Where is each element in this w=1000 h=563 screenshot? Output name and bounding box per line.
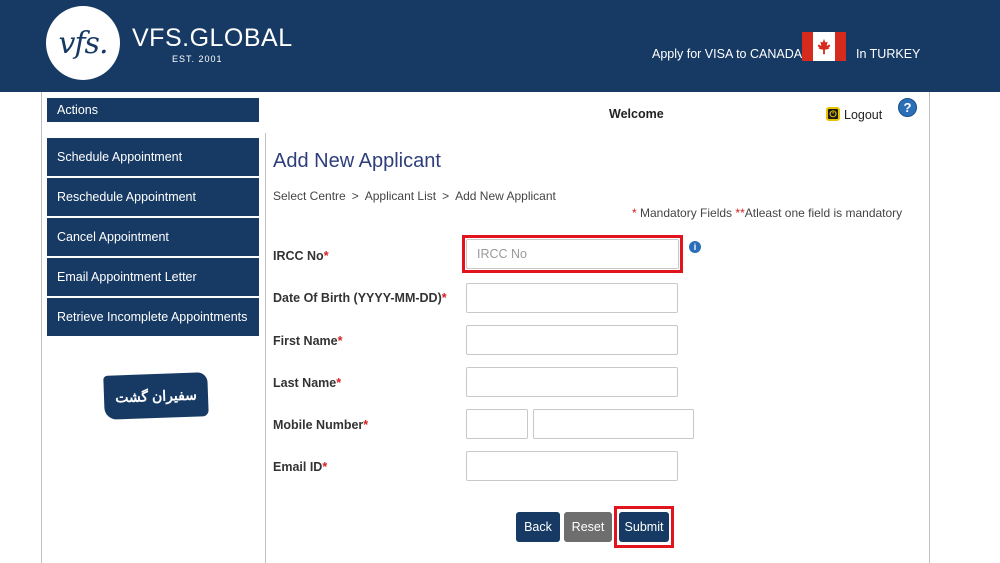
- watermark-badge: سفیران گشت: [103, 372, 209, 420]
- required-star: *: [336, 376, 342, 390]
- frame-border-right: [929, 92, 930, 563]
- sidebar-item-reschedule-appointment[interactable]: Reschedule Appointment: [47, 178, 259, 216]
- breadcrumb: Select Centre > Applicant List > Add New App…: [273, 189, 556, 203]
- logo-text: vfs.: [58, 25, 109, 61]
- breadcrumb-separator: >: [442, 189, 450, 203]
- reset-button[interactable]: Reset: [564, 512, 612, 542]
- ircc-input[interactable]: [466, 239, 679, 269]
- vfs-logo[interactable]: vfs.: [46, 6, 120, 80]
- sidebar-item-email-appointment-letter[interactable]: Email Appointment Letter: [47, 258, 259, 296]
- required-star: *: [441, 291, 447, 305]
- legend-one-field-text: Atleast one field is mandatory: [744, 206, 903, 220]
- sidebar-item-cancel-appointment[interactable]: Cancel Appointment: [47, 218, 259, 256]
- mobile-label-text: Mobile Number: [273, 418, 364, 432]
- frame-border-left: [41, 92, 42, 563]
- logout-icon[interactable]: ⏻: [826, 107, 840, 121]
- page-title: Add New Applicant: [273, 150, 441, 172]
- brand-est: EST. 2001: [172, 54, 223, 64]
- first-name-input[interactable]: [466, 325, 678, 355]
- required-star: *: [363, 418, 369, 432]
- last-name-input[interactable]: [466, 367, 678, 397]
- location-text: In TURKEY: [856, 47, 921, 61]
- ircc-label: IRCC No*: [273, 249, 329, 263]
- sidebar-item-schedule-appointment[interactable]: Schedule Appointment: [47, 138, 259, 176]
- submit-button[interactable]: Submit: [619, 512, 669, 542]
- apply-visa-text: Apply for VISA to CANADA: [652, 47, 803, 61]
- breadcrumb-select-centre[interactable]: Select Centre: [273, 189, 346, 203]
- email-label-text: Email ID: [273, 460, 323, 474]
- sidebar-title: Actions: [47, 98, 259, 122]
- question-mark-icon[interactable]: ?: [898, 98, 917, 117]
- email-label: Email ID*: [273, 460, 327, 474]
- first-name-label-text: First Name: [273, 334, 338, 348]
- maple-leaf-icon: [817, 38, 831, 54]
- required-star: *: [323, 249, 329, 263]
- last-name-label: Last Name*: [273, 376, 341, 390]
- last-name-label-text: Last Name: [273, 376, 337, 390]
- breadcrumb-current: Add New Applicant: [455, 189, 556, 203]
- mobile-code-input[interactable]: [466, 409, 528, 439]
- dob-label-text: Date Of Birth (YYYY-MM-DD): [273, 291, 442, 305]
- required-star: *: [322, 460, 328, 474]
- site-header: vfs. VFS.GLOBAL EST. 2001 Apply for VISA…: [0, 0, 1000, 92]
- first-name-label: First Name*: [273, 334, 342, 348]
- ircc-label-text: IRCC No: [273, 249, 324, 263]
- breadcrumb-separator: >: [351, 189, 359, 203]
- back-button[interactable]: Back: [516, 512, 560, 542]
- required-star: *: [337, 334, 343, 348]
- logout-link[interactable]: Logout: [844, 108, 882, 122]
- mandatory-legend: * Mandatory Fields **Atleast one field i…: [632, 206, 902, 220]
- email-input[interactable]: [466, 451, 678, 481]
- legend-mandatory-text: Mandatory Fields: [640, 206, 733, 220]
- sidebar-item-retrieve-incomplete[interactable]: Retrieve Incomplete Appointments: [47, 298, 259, 336]
- dob-input[interactable]: [466, 283, 678, 313]
- required-double-star: **: [735, 206, 745, 220]
- mobile-number-input[interactable]: [533, 409, 694, 439]
- mobile-label: Mobile Number*: [273, 418, 368, 432]
- welcome-text: Welcome: [609, 107, 664, 121]
- info-icon[interactable]: i: [689, 241, 701, 253]
- canada-flag-icon: [802, 32, 846, 61]
- required-star: *: [632, 206, 637, 220]
- brand-name: VFS.GLOBAL: [132, 24, 293, 52]
- page-root: vfs. VFS.GLOBAL EST. 2001 Apply for VISA…: [0, 0, 1000, 563]
- breadcrumb-applicant-list[interactable]: Applicant List: [365, 189, 436, 203]
- dob-label: Date Of Birth (YYYY-MM-DD)*: [273, 291, 447, 305]
- sidebar-divider: [265, 133, 266, 563]
